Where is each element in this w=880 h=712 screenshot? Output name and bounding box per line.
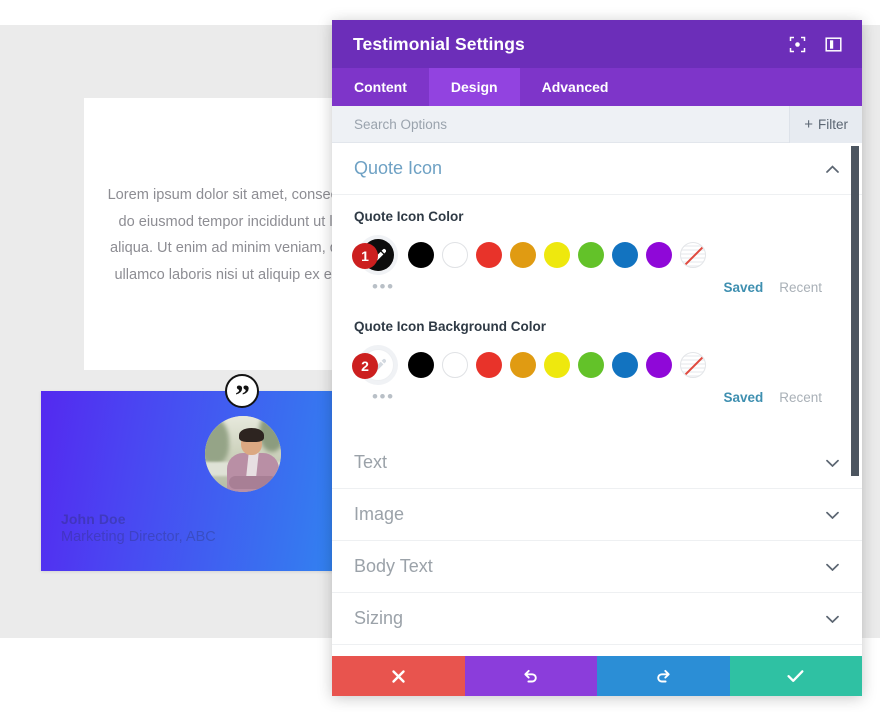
field-quote-icon-background-color: Quote Icon Background Color 2 ••• Saved …: [332, 305, 862, 415]
modal-title: Testimonial Settings: [353, 33, 525, 54]
settings-modal: Testimonial Settings Content Design Adva…: [332, 20, 862, 696]
step-badge-1: 1: [352, 243, 378, 269]
panel-layout-icon[interactable]: [822, 33, 844, 55]
modal-tabs: Content Design Advanced: [332, 68, 862, 106]
search-input[interactable]: Search Options: [354, 117, 447, 132]
section-title-sizing: Sizing: [354, 608, 404, 628]
section-title-image: Image: [354, 504, 405, 524]
swatch-row-quote-icon-color: 1: [352, 237, 840, 273]
swatch-footer-2: ••• Saved Recent: [354, 385, 840, 409]
testimonial-author-name: John Doe: [61, 511, 126, 527]
plus-icon: +: [804, 116, 813, 133]
section-title-body-text: Body Text: [354, 556, 433, 576]
modal-footer: [332, 656, 862, 696]
swatch-orange[interactable]: [510, 242, 536, 268]
swatch-purple[interactable]: [646, 242, 672, 268]
filter-button[interactable]: + Filter: [789, 106, 862, 143]
color-picker-wrap-1: 1: [352, 237, 400, 273]
chevron-down-icon: [825, 507, 840, 522]
saved-tab-2[interactable]: Saved: [723, 390, 763, 405]
section-header-text[interactable]: Text: [332, 437, 862, 489]
chevron-down-icon: [825, 455, 840, 470]
chevron-up-icon: [825, 161, 840, 176]
step-badge-2: 2: [352, 353, 378, 379]
recent-tab-2[interactable]: Recent: [779, 390, 822, 405]
chevron-down-icon: [825, 611, 840, 626]
save-button[interactable]: [729, 656, 862, 696]
swatch-transparent[interactable]: [680, 352, 706, 378]
undo-button[interactable]: [464, 656, 597, 696]
color-picker-wrap-2: 2: [352, 347, 400, 383]
swatch-blue[interactable]: [612, 242, 638, 268]
swatch-orange[interactable]: [510, 352, 536, 378]
swatch-transparent[interactable]: [680, 242, 706, 268]
screen: Lorem ipsum dolor sit amet, consectetur …: [0, 0, 880, 712]
quote-mark-icon: ”: [225, 374, 259, 411]
swatch-green[interactable]: [578, 352, 604, 378]
section-header-quote-icon[interactable]: Quote Icon: [332, 143, 862, 195]
tab-content[interactable]: Content: [332, 68, 429, 106]
saved-tab-1[interactable]: Saved: [723, 280, 763, 295]
swatch-blue[interactable]: [612, 352, 638, 378]
swatch-footer-1: ••• Saved Recent: [354, 275, 840, 299]
section-header-image[interactable]: Image: [332, 489, 862, 541]
section-title-text: Text: [354, 452, 388, 472]
modal-header: Testimonial Settings: [332, 20, 862, 68]
avatar: [205, 416, 281, 492]
swatch-white[interactable]: [442, 352, 468, 378]
swatch-black[interactable]: [408, 352, 434, 378]
more-options-icon-1[interactable]: •••: [354, 278, 395, 295]
section-header-body-text[interactable]: Body Text: [332, 541, 862, 593]
swatch-row-quote-icon-background-color: 2: [352, 347, 840, 383]
swatch-red[interactable]: [476, 242, 502, 268]
testimonial-author-role: Marketing Director, ABC: [61, 529, 216, 545]
filter-label: Filter: [818, 117, 848, 132]
vertical-scrollbar[interactable]: [851, 146, 859, 476]
modal-body: Quote Icon Quote Icon Color 1 ••• Saved …: [332, 143, 862, 656]
swatch-yellow[interactable]: [544, 352, 570, 378]
field-label-quote-icon-color: Quote Icon Color: [354, 209, 464, 224]
tab-design[interactable]: Design: [428, 68, 520, 106]
close-button[interactable]: [332, 656, 465, 696]
field-label-quote-icon-background-color: Quote Icon Background Color: [354, 319, 547, 334]
field-quote-icon-color: Quote Icon Color 1 ••• Saved Recent: [332, 195, 862, 305]
swatch-red[interactable]: [476, 352, 502, 378]
recent-tab-1[interactable]: Recent: [779, 280, 822, 295]
more-options-icon-2[interactable]: •••: [354, 388, 395, 405]
modal-header-actions: [786, 33, 844, 55]
swatch-yellow[interactable]: [544, 242, 570, 268]
search-bar: Search Options + Filter: [332, 106, 862, 143]
swatch-black[interactable]: [408, 242, 434, 268]
redo-button[interactable]: [597, 656, 730, 696]
tab-advanced[interactable]: Advanced: [520, 68, 631, 106]
swatch-purple[interactable]: [646, 352, 672, 378]
chevron-down-icon: [825, 559, 840, 574]
swatch-green[interactable]: [578, 242, 604, 268]
section-header-spacing[interactable]: Spacing: [332, 645, 862, 656]
section-title-quote-icon: Quote Icon: [354, 158, 443, 178]
section-header-sizing[interactable]: Sizing: [332, 593, 862, 645]
focus-icon[interactable]: [786, 33, 808, 55]
swatch-white[interactable]: [442, 242, 468, 268]
